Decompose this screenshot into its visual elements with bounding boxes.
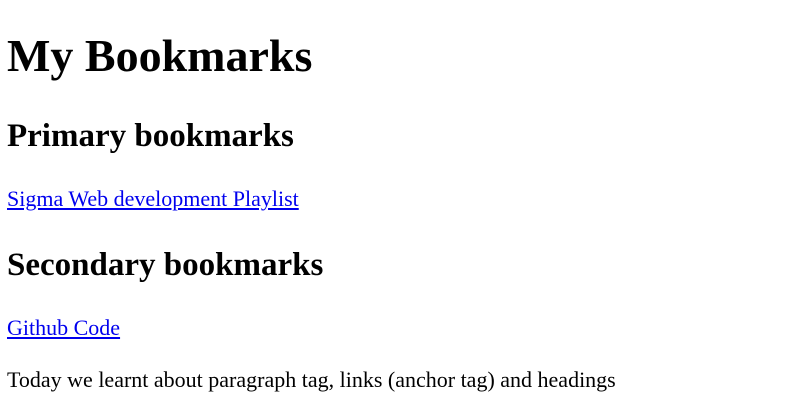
section-heading-primary: Primary bookmarks	[7, 118, 294, 154]
bookmark-paragraph-primary: Sigma Web development Playlist	[7, 185, 299, 213]
bookmark-paragraph-secondary: Github Code	[7, 314, 120, 342]
section-heading-secondary: Secondary bookmarks	[7, 247, 324, 283]
bookmark-link-sigma-playlist[interactable]: Sigma Web development Playlist	[7, 186, 299, 211]
page-title: My Bookmarks	[7, 30, 313, 81]
bookmark-link-github-code[interactable]: Github Code	[7, 315, 120, 340]
summary-paragraph: Today we learnt about paragraph tag, lin…	[7, 367, 616, 392]
